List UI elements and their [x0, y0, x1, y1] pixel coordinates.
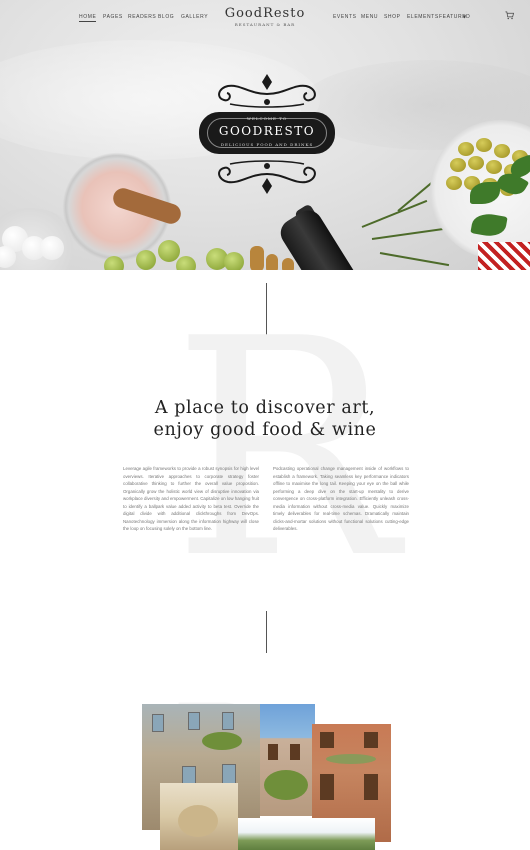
breadstick	[282, 258, 294, 270]
window-shape	[364, 774, 378, 800]
window-shape	[364, 732, 378, 748]
breadstick	[250, 246, 264, 270]
site-logo[interactable]: GoodResto RESTAURANT & BAR	[200, 6, 330, 27]
ornament-bottom-icon	[218, 160, 316, 194]
intro-text-right: Podcasting operational change management…	[273, 466, 409, 531]
nav-blog[interactable]: BLOG	[158, 14, 174, 20]
nav-menu[interactable]: MENU	[361, 14, 378, 20]
sculpture-shape	[178, 805, 218, 837]
olive	[486, 160, 502, 174]
intro-text-left: Leverage agile frameworks to provide a r…	[123, 466, 259, 531]
fountain-sculpture-photo[interactable]	[160, 783, 238, 850]
olive	[458, 142, 474, 156]
grape	[158, 240, 180, 262]
logo-tagline: RESTAURANT & BAR	[234, 22, 296, 27]
nav-pages[interactable]: PAGES	[103, 14, 123, 20]
hero-banner: WELCOME TO GOODRESTO DELICIOUS FOOD AND …	[0, 0, 530, 270]
window-shape	[290, 744, 300, 760]
rosemary-sprig	[361, 199, 428, 228]
grape	[136, 250, 156, 270]
section-divider-line	[266, 611, 267, 653]
window-shape	[222, 712, 234, 730]
nav-home[interactable]: HOME	[79, 14, 97, 22]
window-shape	[188, 712, 200, 730]
emblem-brand-text: GOODRESTO	[218, 124, 316, 138]
grape	[104, 256, 124, 270]
headline-line-1: A place to discover art,	[154, 398, 376, 418]
vine-shape	[326, 754, 376, 764]
olive	[494, 144, 510, 158]
olive	[446, 176, 462, 190]
cart-icon[interactable]	[505, 11, 514, 20]
breadstick	[266, 254, 278, 270]
nav-elements[interactable]: ELEMENTS	[407, 14, 439, 20]
watermark-letter: R	[172, 275, 398, 624]
mozzarella-ball	[40, 236, 64, 260]
emblem-welcome-text: WELCOME TO	[246, 116, 288, 121]
headline-line-2: enjoy good food & wine	[153, 420, 377, 440]
plant-shape	[202, 732, 242, 750]
window-shape	[152, 714, 164, 732]
grape	[176, 256, 196, 270]
emblem-subtitle-text: DELICIOUS FOOD AND DRINKS	[220, 142, 314, 147]
window-shape	[268, 744, 278, 760]
nav-readers[interactable]: READERS	[128, 14, 156, 20]
logo-name: GoodResto	[224, 6, 306, 21]
checkered-napkin-image	[478, 242, 530, 270]
window-shape	[320, 774, 334, 800]
olive	[468, 156, 484, 170]
grape	[224, 252, 244, 270]
intro-headline: A place to discover art, enjoy good food…	[100, 397, 430, 441]
ornament-top-icon	[218, 74, 316, 108]
top-navigation: HOME PAGES READERS BLOG GALLERY GoodRest…	[0, 0, 530, 34]
rosemary-sprig	[371, 226, 452, 240]
chevron-down-icon[interactable]: ▼	[463, 14, 466, 19]
nav-shop[interactable]: SHOP	[384, 14, 401, 20]
olive	[476, 138, 492, 152]
olive	[450, 158, 466, 172]
landscape-photo[interactable]	[238, 818, 375, 850]
rosemary-sprig	[379, 252, 450, 267]
nav-events[interactable]: EVENTS	[333, 14, 357, 20]
tree-shape	[264, 770, 308, 800]
window-shape	[320, 732, 334, 748]
welcome-emblem: WELCOME TO GOODRESTO DELICIOUS FOOD AND …	[196, 72, 338, 196]
street-building-photo[interactable]	[260, 704, 315, 816]
